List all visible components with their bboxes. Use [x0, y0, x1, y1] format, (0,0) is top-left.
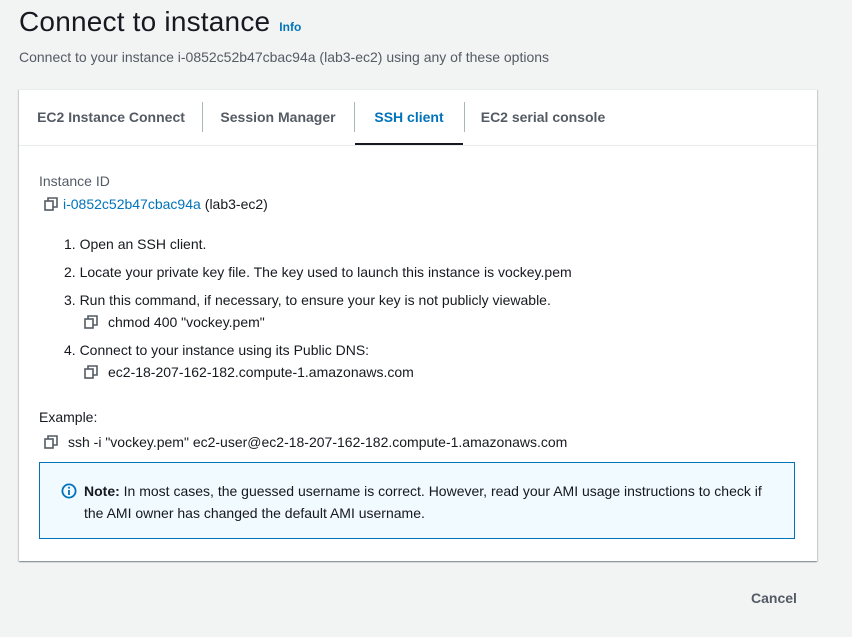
info-link[interactable]: Info — [279, 20, 301, 34]
tab-session-manager[interactable]: Session Manager — [203, 90, 353, 144]
example-command: ssh -i "vockey.pem" ec2-user@ec2-18-207-… — [68, 434, 568, 450]
copy-icon[interactable] — [44, 435, 58, 449]
example-label: Example: — [39, 409, 98, 425]
info-circle-icon — [61, 483, 77, 499]
copy-icon[interactable] — [84, 365, 98, 379]
tab-ec2-instance-connect[interactable]: EC2 Instance Connect — [19, 90, 203, 144]
page-header: Connect to instance Info — [19, 6, 301, 38]
public-dns: ec2-18-207-162-182.compute-1.amazonaws.c… — [108, 364, 414, 380]
tab-bar: EC2 Instance Connect Session Manager SSH… — [19, 90, 817, 146]
public-dns-row: ec2-18-207-162-182.compute-1.amazonaws.c… — [84, 364, 414, 380]
chmod-command: chmod 400 "vockey.pem" — [108, 314, 265, 330]
copy-icon[interactable] — [84, 315, 98, 329]
note-body: In most cases, the guessed username is c… — [84, 483, 762, 521]
page-title: Connect to instance — [19, 6, 271, 37]
connect-panel: EC2 Instance Connect Session Manager SSH… — [19, 89, 817, 561]
instance-id-row: i-0852c52b47cbac94a (lab3-ec2) — [44, 196, 268, 212]
note-text: Note: In most cases, the guessed usernam… — [84, 480, 774, 524]
note-alert: Note: In most cases, the guessed usernam… — [39, 462, 795, 539]
note-label: Note: — [84, 483, 120, 499]
step-1: 1. Open an SSH client. — [64, 236, 207, 252]
step-2: 2. Locate your private key file. The key… — [64, 264, 572, 280]
instance-id-link[interactable]: i-0852c52b47cbac94a — [63, 196, 201, 212]
instance-name: (lab3-ec2) — [204, 196, 268, 212]
tab-ec2-serial-console[interactable]: EC2 serial console — [465, 90, 621, 144]
step-4: 4. Connect to your instance using its Pu… — [64, 342, 370, 358]
instance-id-label: Instance ID — [39, 173, 110, 189]
tab-ssh-client[interactable]: SSH client — [355, 90, 463, 145]
step-3: 3. Run this command, if necessary, to en… — [64, 292, 551, 308]
chmod-command-row: chmod 400 "vockey.pem" — [84, 314, 265, 330]
copy-icon[interactable] — [44, 197, 58, 211]
cancel-button[interactable]: Cancel — [742, 585, 806, 611]
page-subtitle: Connect to your instance i-0852c52b47cba… — [19, 49, 550, 65]
example-command-row: ssh -i "vockey.pem" ec2-user@ec2-18-207-… — [44, 434, 567, 450]
